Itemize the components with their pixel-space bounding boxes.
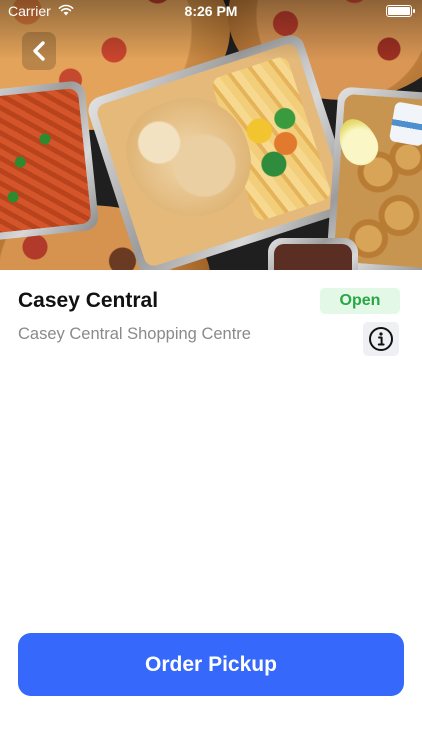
pasta-tray: [0, 80, 100, 242]
order-pickup-button[interactable]: Order Pickup: [18, 633, 404, 696]
dessert-tray: [268, 238, 358, 270]
battery-level: [388, 7, 410, 15]
back-button[interactable]: [22, 32, 56, 70]
clock-time: 8:26 PM: [184, 3, 238, 19]
status-badge: Open: [320, 288, 400, 314]
store-name: Casey Central: [18, 289, 159, 312]
info-button[interactable]: [363, 322, 399, 356]
store-hero-image: [0, 0, 422, 270]
chevron-left-icon: [33, 41, 45, 61]
store-address: Casey Central Shopping Centre: [18, 325, 251, 343]
sauce-packet: [388, 101, 422, 147]
info-circle-icon: [369, 327, 393, 351]
status-bar: Carrier 8:26 PM: [0, 0, 422, 24]
battery-icon: [386, 5, 415, 17]
